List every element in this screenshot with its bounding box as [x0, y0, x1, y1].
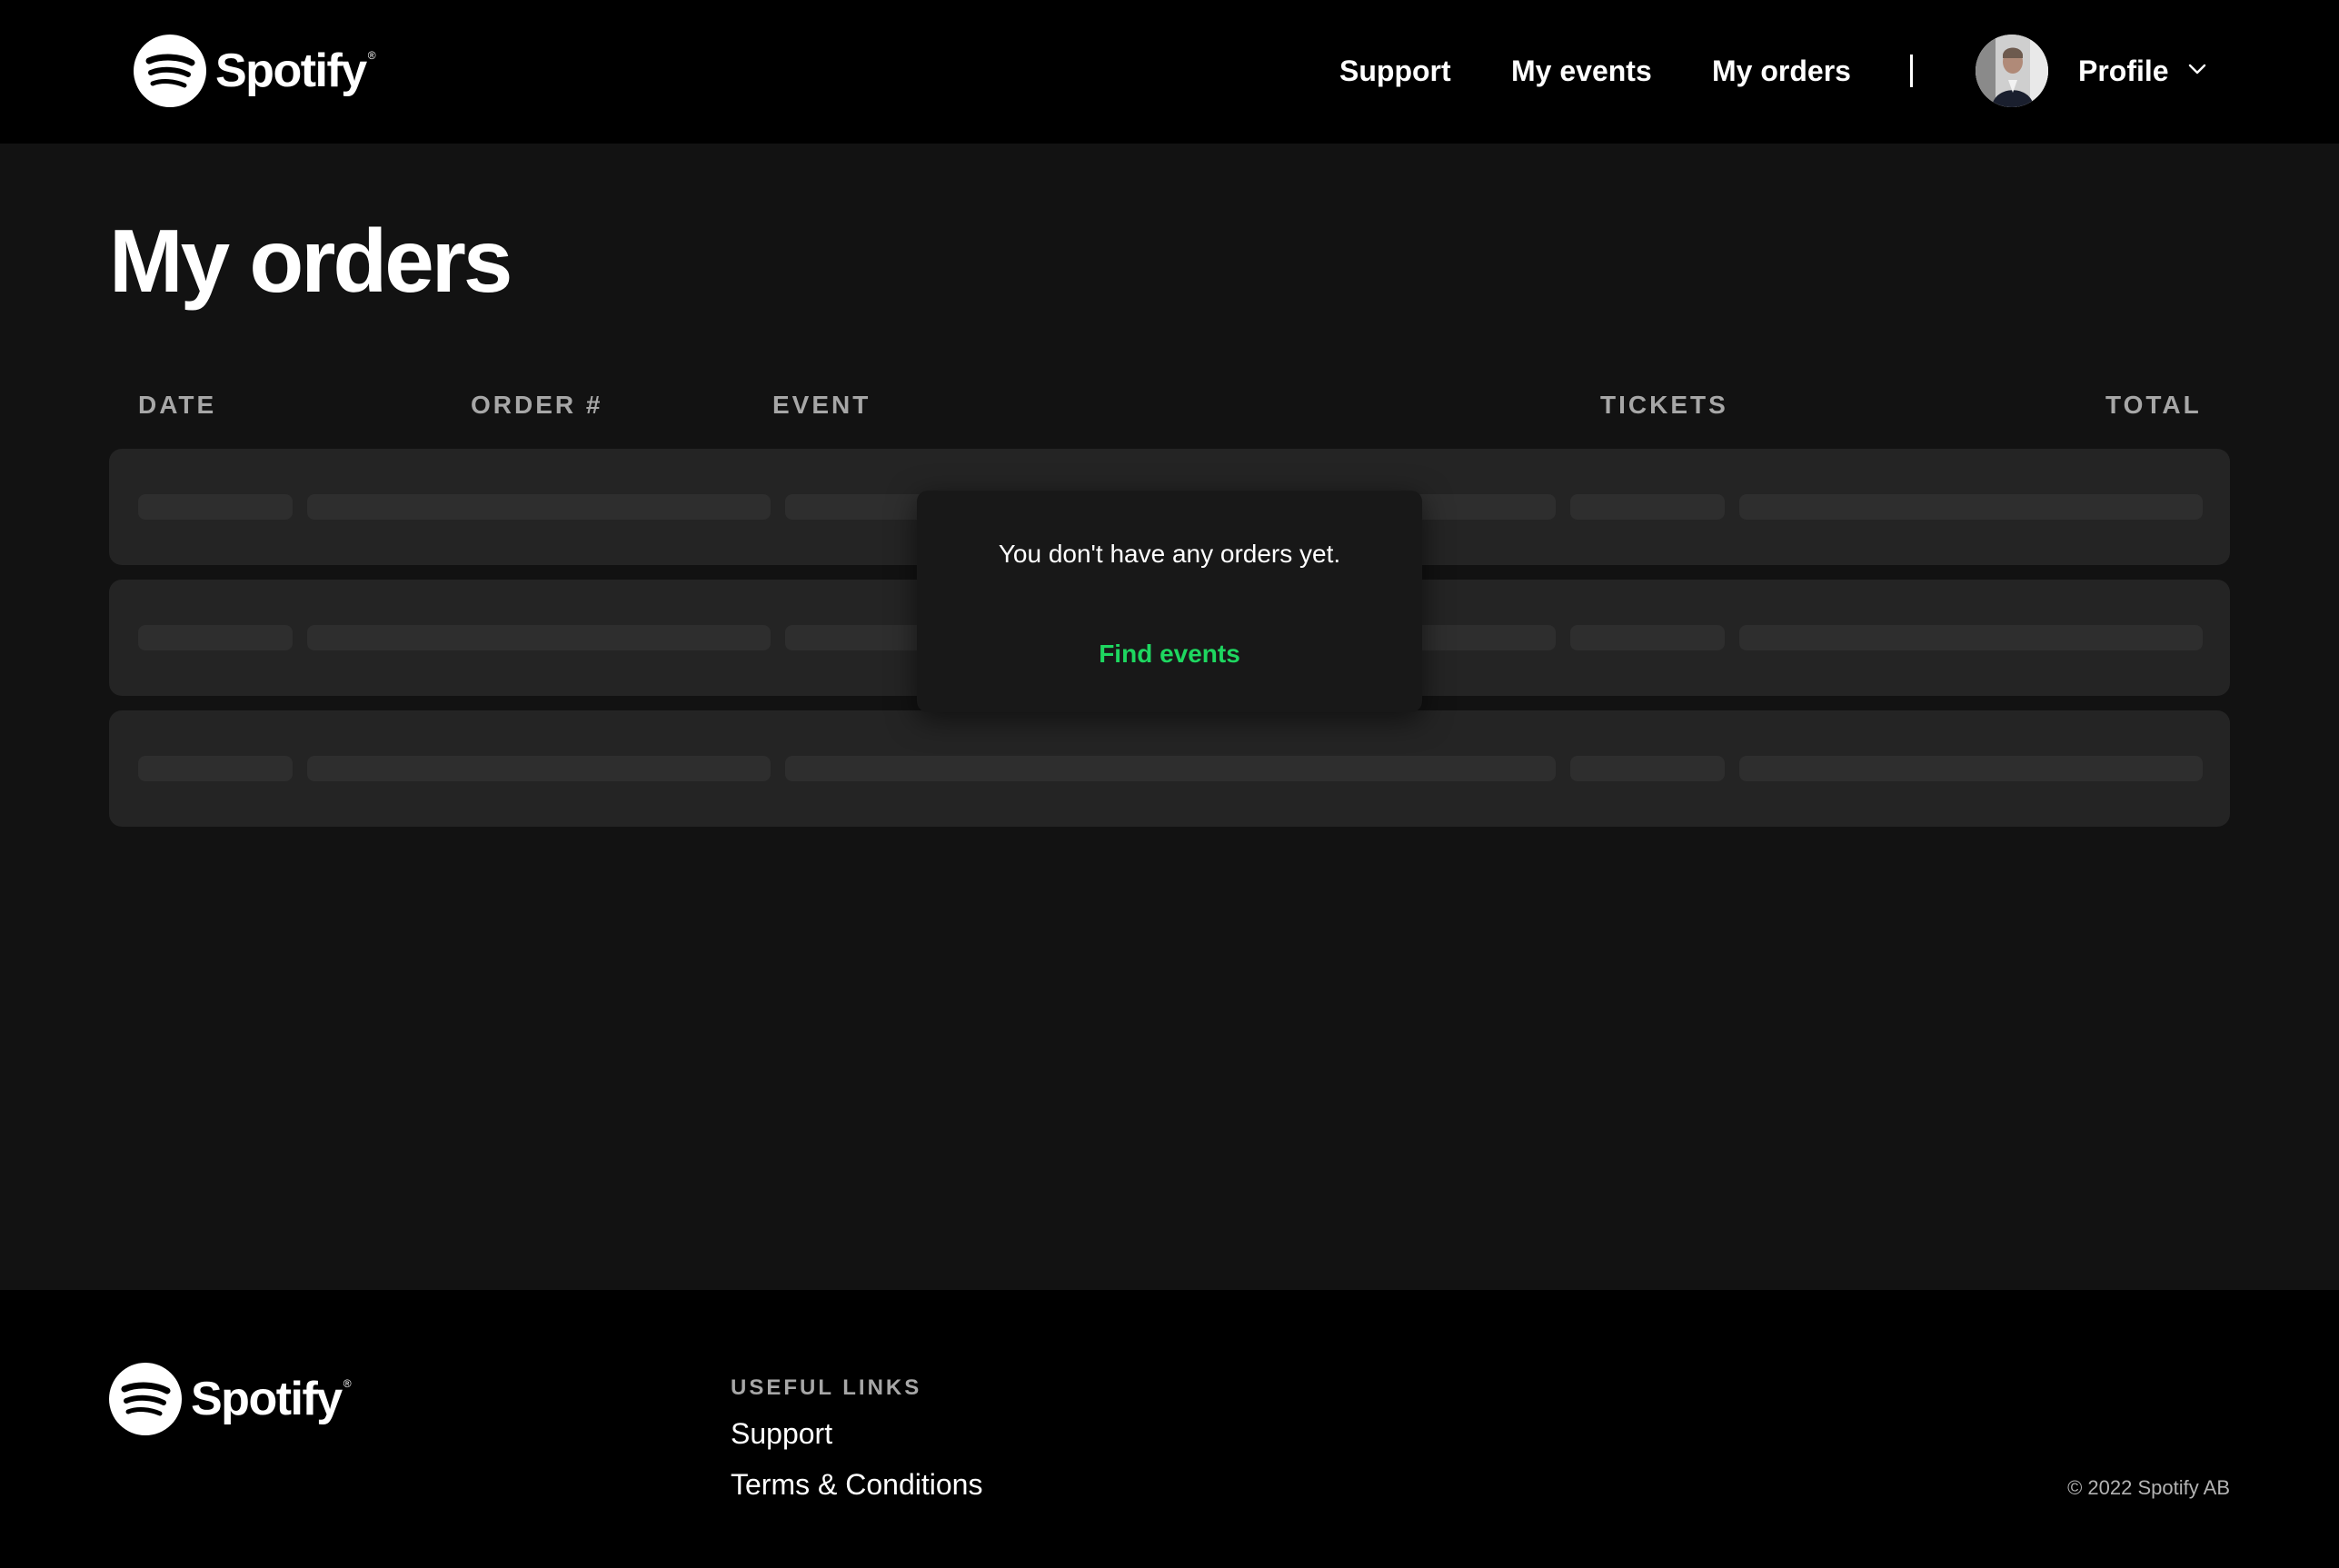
nav-divider — [1910, 55, 1913, 87]
column-header-event: EVENT — [772, 391, 871, 419]
profile-menu-label[interactable]: Profile — [2078, 49, 2169, 93]
skeleton-total — [1739, 756, 2203, 781]
nav-my-events[interactable]: My events — [1511, 49, 1652, 93]
header-logo[interactable]: Spotify ® — [134, 35, 376, 107]
skeleton-total — [1739, 625, 2203, 650]
skeleton-total — [1739, 494, 2203, 520]
brand-wordmark: Spotify ® — [215, 45, 376, 97]
skeleton-date — [138, 494, 293, 520]
column-header-date: DATE — [138, 391, 217, 419]
spotify-logo-icon — [109, 1363, 182, 1435]
site-footer: Spotify ® USEFUL LINKS Support Terms & Co… — [0, 1290, 2339, 1568]
empty-orders-message: You don't have any orders yet. — [998, 540, 1341, 568]
skeleton-event — [785, 756, 1556, 781]
find-events-link[interactable]: Find events — [917, 636, 1422, 672]
brand-wordmark: Spotify ® — [191, 1373, 352, 1425]
page-title: My orders — [109, 211, 513, 311]
useful-links-heading: USEFUL LINKS — [731, 1375, 922, 1400]
footer-link-terms[interactable]: Terms & Conditions — [731, 1464, 982, 1504]
top-header: Spotify ® Support My events My orders Pro… — [0, 0, 2339, 144]
spotify-logo-icon — [134, 35, 206, 107]
skeleton-date — [138, 756, 293, 781]
skeleton-order — [307, 625, 771, 650]
placeholder-row — [109, 710, 2230, 827]
page: Spotify ® Support My events My orders Pro… — [0, 0, 2339, 1568]
column-header-total: TOTAL — [2105, 391, 2202, 419]
nav-my-orders[interactable]: My orders — [1712, 49, 1851, 93]
skeleton-tickets — [1570, 494, 1725, 520]
skeleton-order — [307, 494, 771, 520]
column-header-tickets: TICKETS — [1600, 391, 1728, 419]
skeleton-order — [307, 756, 771, 781]
avatar-image — [1976, 35, 2048, 107]
skeleton-tickets — [1570, 625, 1725, 650]
copyright-text: © 2022 Spotify AB — [2067, 1476, 2230, 1499]
skeleton-tickets — [1570, 756, 1725, 781]
skeleton-date — [138, 625, 293, 650]
chevron-down-icon[interactable] — [2186, 58, 2208, 80]
avatar[interactable] — [1976, 35, 2048, 107]
footer-logo[interactable]: Spotify ® — [109, 1363, 352, 1435]
column-header-order: ORDER # — [471, 391, 603, 419]
nav-support[interactable]: Support — [1339, 49, 1451, 93]
empty-orders-card: You don't have any orders yet. Find even… — [917, 491, 1422, 712]
footer-link-support[interactable]: Support — [731, 1414, 832, 1454]
